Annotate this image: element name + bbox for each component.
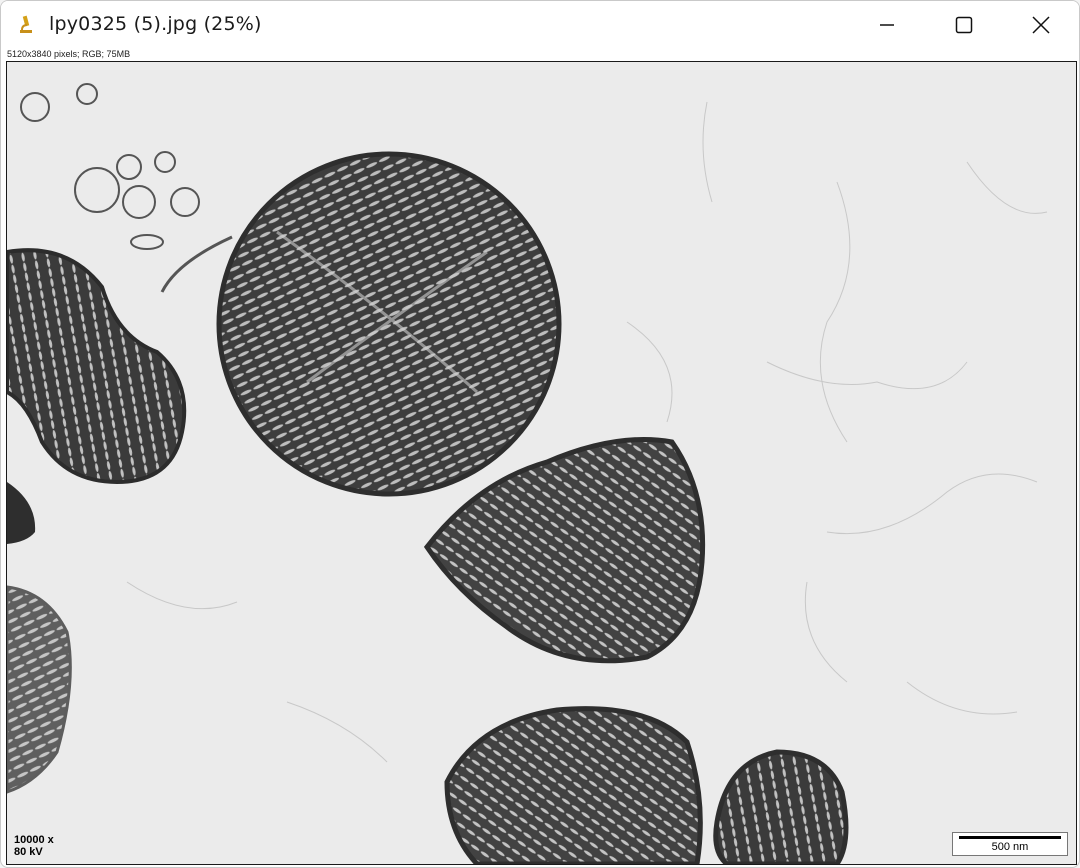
magnification-value: 10000 x [14,834,54,846]
maximize-icon [955,16,972,33]
image-window: lpy0325 (5).jpg (25%) 5120x3840 pixels; … [0,0,1080,868]
window-title: lpy0325 (5).jpg (25%) [49,13,262,35]
image-canvas[interactable]: 10000 x 80 kV 500 nm [6,61,1077,865]
close-button[interactable] [1002,1,1079,48]
micrograph-image [7,62,1076,864]
maximize-button[interactable] [925,1,1002,48]
minimize-icon [879,23,894,26]
image-info: 5120x3840 pixels; RGB; 75MB [7,49,131,59]
close-icon [1031,15,1050,34]
scale-bar: 500 nm [952,832,1068,856]
scale-bar-label: 500 nm [991,841,1029,853]
magnification-label: 10000 x 80 kV [14,834,54,858]
microscope-icon [15,14,37,36]
title-bar[interactable]: lpy0325 (5).jpg (25%) [1,1,1079,48]
minimize-button[interactable] [848,1,925,48]
voltage-value: 80 kV [14,846,43,858]
scale-bar-line [959,836,1061,839]
